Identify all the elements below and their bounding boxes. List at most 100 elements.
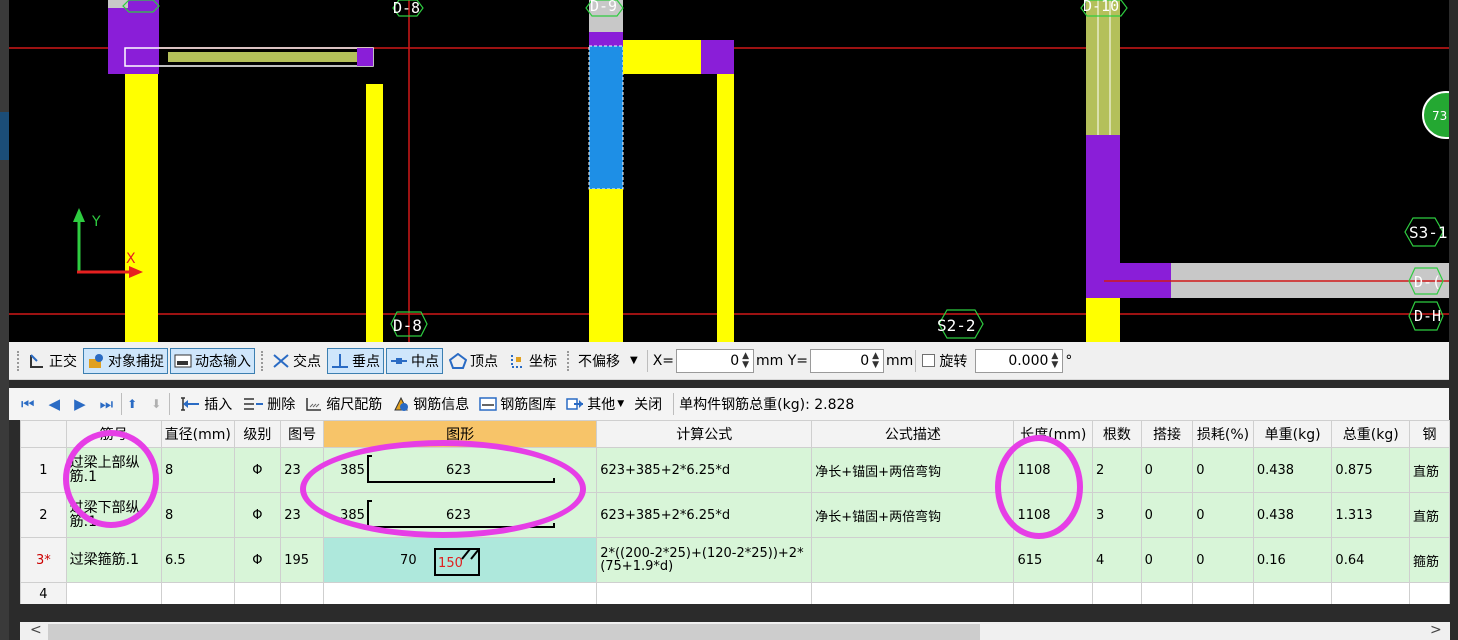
header-grade[interactable]: 级别 — [233, 420, 282, 448]
empty-cell[interactable] — [596, 582, 813, 604]
row-number[interactable]: 3* — [20, 537, 67, 583]
empty-cell[interactable] — [1140, 582, 1194, 604]
type-cell[interactable]: 直筋 — [1409, 447, 1450, 493]
header-count[interactable]: 根数 — [1092, 420, 1142, 448]
x-spinner-icon[interactable]: ▲ ▼ — [742, 351, 749, 370]
type-cell[interactable]: 直筋 — [1409, 492, 1450, 538]
shape-cell[interactable]: 70 150 — [323, 537, 598, 583]
loss-cell[interactable]: 0 — [1192, 447, 1254, 493]
row-number[interactable]: 4 — [20, 582, 67, 604]
total-weight-cell[interactable]: 1.313 — [1331, 492, 1411, 538]
lap-cell[interactable]: 0 — [1140, 537, 1194, 583]
object-snap-button[interactable]: 对象捕捉 — [83, 347, 168, 374]
empty-cell[interactable] — [233, 582, 282, 604]
vertex-snap-button[interactable]: 顶点 — [445, 348, 502, 374]
empty-cell[interactable] — [1331, 582, 1411, 604]
count-cell[interactable]: 3 — [1092, 492, 1142, 538]
loss-cell[interactable]: 0 — [1192, 537, 1254, 583]
offset-mode-select[interactable]: 不偏移 ▼ — [574, 349, 642, 373]
empty-cell[interactable] — [811, 582, 1015, 604]
formula-desc-cell[interactable]: 净长+锚固+两倍弯钩 — [811, 447, 1015, 493]
figure-number-cell[interactable]: 195 — [280, 537, 325, 583]
diameter-cell[interactable]: 8 — [160, 492, 235, 538]
header-loss[interactable]: 损耗(%) — [1192, 420, 1254, 448]
length-cell[interactable]: 615 — [1013, 537, 1094, 583]
empty-cell[interactable] — [1192, 582, 1254, 604]
formula-desc-cell[interactable] — [811, 537, 1015, 583]
formula-cell[interactable]: 2*((200-2*25)+(120-2*25))+2*(75+1.9*d) — [596, 537, 813, 583]
count-cell[interactable]: 2 — [1092, 447, 1142, 493]
cad-drawing[interactable]: D-8 D-9 D-10 D-8 S2-2 S3-1 D-( D-H Y X 7… — [9, 0, 1449, 342]
close-button[interactable]: 关闭 — [630, 391, 666, 417]
header-formula[interactable]: 计算公式 — [596, 420, 813, 448]
header-type[interactable]: 钢 — [1409, 420, 1450, 448]
coordinate-snap-button[interactable]: 坐标 — [504, 348, 561, 374]
scroll-right-icon[interactable]: > — [1430, 622, 1442, 638]
intersection-snap-button[interactable]: 交点 — [268, 348, 325, 374]
unit-weight-cell[interactable]: 0.438 — [1252, 492, 1333, 538]
horizontal-scrollbar[interactable]: < > — [20, 622, 1450, 640]
diameter-cell[interactable]: 6.5 — [160, 537, 235, 583]
scrollbar-thumb[interactable] — [48, 624, 980, 640]
empty-cell[interactable] — [1252, 582, 1333, 604]
dynamic-input-button[interactable]: 动态输入 — [170, 347, 255, 374]
grade-cell[interactable]: Φ — [233, 537, 282, 583]
row-number[interactable]: 1 — [20, 447, 67, 493]
empty-cell[interactable] — [1409, 582, 1450, 604]
row-number[interactable]: 2 — [20, 492, 67, 538]
rebar-info-button[interactable]: 钢筋信息 — [388, 391, 473, 417]
diameter-cell[interactable]: 8 — [160, 447, 235, 493]
move-down-icon[interactable]: ⬇ — [151, 397, 161, 411]
table-row[interactable]: 1 过梁上部纵筋.1 8 Φ 23 385 623 623+385+2*6.25… — [20, 447, 1450, 493]
loss-cell[interactable]: 0 — [1192, 492, 1254, 538]
total-weight-cell[interactable]: 0.875 — [1331, 447, 1411, 493]
formula-cell[interactable]: 623+385+2*6.25*d — [596, 447, 813, 493]
midpoint-snap-button[interactable]: 中点 — [386, 347, 443, 374]
last-record-icon[interactable]: ⏭ — [100, 395, 114, 413]
unit-weight-cell[interactable]: 0.438 — [1252, 447, 1333, 493]
prev-record-icon[interactable]: ◀ — [49, 395, 61, 413]
empty-cell[interactable] — [65, 582, 162, 604]
rotate-checkbox[interactable] — [922, 354, 936, 367]
header-formula-desc[interactable]: 公式描述 — [811, 420, 1015, 448]
move-up-icon[interactable]: ⬆ — [127, 397, 137, 411]
first-record-icon[interactable]: ⏮ — [21, 395, 35, 413]
cad-canvas[interactable]: D-8 D-9 D-10 D-8 S2-2 S3-1 D-( D-H Y X 7… — [9, 0, 1449, 342]
y-input[interactable]: 0 ▲ ▼ — [810, 348, 885, 373]
rebar-library-button[interactable]: 钢筋图库 — [475, 391, 560, 417]
type-cell[interactable]: 箍筋 — [1409, 537, 1450, 583]
empty-cell[interactable] — [280, 582, 325, 604]
empty-cell[interactable] — [1092, 582, 1142, 604]
x-input[interactable]: 0 ▲ ▼ — [676, 348, 755, 373]
unit-weight-cell[interactable]: 0.16 — [1252, 537, 1333, 583]
rotate-spinner-icon[interactable]: ▲ ▼ — [1051, 351, 1058, 370]
total-weight-cell[interactable]: 0.64 — [1331, 537, 1411, 583]
delete-button[interactable]: 删除 — [238, 391, 299, 417]
bar-name-cell[interactable]: 过梁箍筋.1 — [65, 537, 162, 583]
rotate-input[interactable]: 0.000 ▲ ▼ — [975, 348, 1064, 373]
table-row-empty[interactable]: 4 — [20, 582, 1450, 604]
empty-cell[interactable] — [323, 582, 598, 604]
empty-cell[interactable] — [160, 582, 235, 604]
grade-cell[interactable]: Φ — [233, 447, 282, 493]
header-figure-number[interactable]: 图号 — [280, 420, 325, 448]
scroll-left-icon[interactable]: < — [30, 622, 42, 638]
lap-cell[interactable]: 0 — [1140, 492, 1194, 538]
header-diameter[interactable]: 直径(mm) — [160, 420, 235, 448]
y-spinner-icon[interactable]: ▲ ▼ — [872, 351, 879, 370]
table-row[interactable]: 2 过梁下部纵筋.1 8 Φ 23 385 623 623+385+2*6.25… — [20, 492, 1450, 538]
other-menu-button[interactable]: 其他 ▼ — [562, 391, 628, 417]
count-cell[interactable]: 4 — [1092, 537, 1142, 583]
next-record-icon[interactable]: ▶ — [74, 395, 86, 413]
grade-cell[interactable]: Φ — [233, 492, 282, 538]
header-total-weight[interactable]: 总重(kg) — [1331, 420, 1411, 448]
lap-cell[interactable]: 0 — [1140, 447, 1194, 493]
ortho-button[interactable]: 正交 — [24, 348, 81, 374]
insert-button[interactable]: 插入 — [175, 391, 236, 417]
formula-desc-cell[interactable]: 净长+锚固+两倍弯钩 — [811, 492, 1015, 538]
table-row-selected[interactable]: 3* 过梁箍筋.1 6.5 Φ 195 70 150 2*((200-2*25)… — [20, 537, 1450, 583]
empty-cell[interactable] — [1013, 582, 1094, 604]
perpendicular-snap-button[interactable]: 垂点 — [327, 347, 384, 374]
scale-rebar-button[interactable]: 缩尺配筋 — [301, 391, 386, 417]
header-unit-weight[interactable]: 单重(kg) — [1252, 420, 1333, 448]
